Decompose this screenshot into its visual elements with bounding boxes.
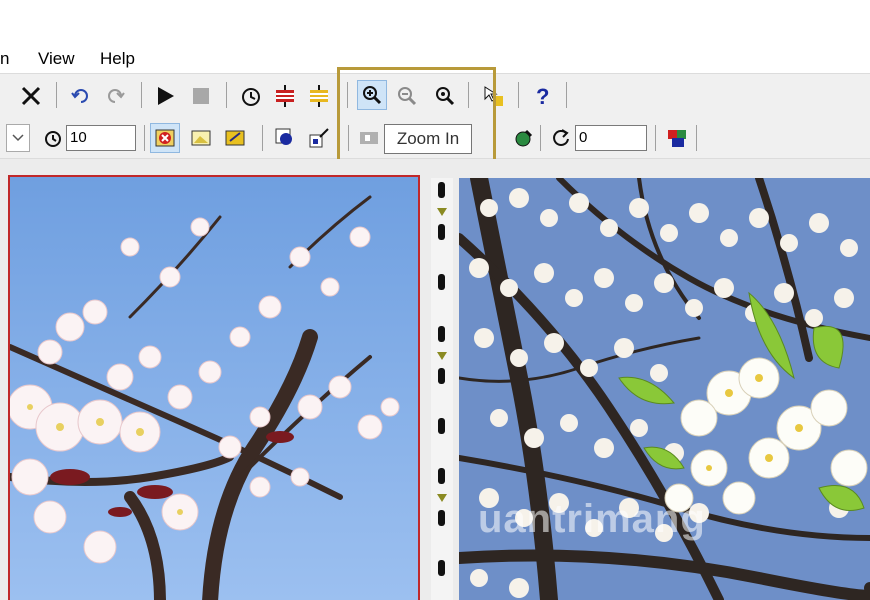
image-frame-icon[interactable] xyxy=(186,123,216,153)
undo-icon[interactable] xyxy=(66,81,96,111)
separator xyxy=(348,125,349,151)
dropdown-chevron-icon[interactable] xyxy=(6,124,30,152)
pointer-icon[interactable] xyxy=(478,81,508,111)
separator xyxy=(226,82,227,108)
left-photo[interactable] xyxy=(8,175,420,600)
menu-view[interactable]: View xyxy=(38,49,75,69)
layer-icon[interactable] xyxy=(270,123,300,153)
frame-marker xyxy=(437,208,447,216)
timer-icon xyxy=(40,123,66,153)
separator xyxy=(262,125,263,151)
delete-image-icon[interactable] xyxy=(150,123,180,153)
zoom-in-icon[interactable] xyxy=(357,80,387,110)
filmstrip-divider xyxy=(431,178,453,600)
separator xyxy=(56,82,57,108)
separator xyxy=(518,82,519,108)
color-balance-icon[interactable] xyxy=(662,123,692,153)
separator xyxy=(696,125,697,151)
separator xyxy=(566,82,567,108)
menu-item-partial[interactable]: n xyxy=(0,49,9,69)
menu-bar: n View Help xyxy=(0,44,870,72)
menu-help[interactable]: Help xyxy=(100,49,135,69)
separator xyxy=(655,125,656,151)
delay-input[interactable]: 10 xyxy=(66,125,136,151)
frame-marker xyxy=(437,352,447,360)
help-icon[interactable]: ? xyxy=(528,81,558,111)
separator xyxy=(347,82,348,108)
filmstrip-yellow-icon[interactable] xyxy=(304,81,334,111)
zoom-out-icon[interactable] xyxy=(392,81,422,111)
svg-text:?: ? xyxy=(536,84,549,108)
main-toolbar: ? xyxy=(0,73,870,119)
filmstrip-red-icon[interactable] xyxy=(270,81,300,111)
stop-icon[interactable] xyxy=(186,81,216,111)
separator xyxy=(144,125,145,151)
rotate-icon xyxy=(548,123,574,153)
brush-icon[interactable] xyxy=(304,123,334,153)
play-icon[interactable] xyxy=(150,81,180,111)
rotate-input[interactable]: 0 xyxy=(575,125,647,151)
zoom-fit-icon[interactable] xyxy=(430,81,460,111)
slideshow-icon[interactable] xyxy=(354,123,384,153)
close-icon[interactable] xyxy=(16,81,46,111)
separator xyxy=(141,82,142,108)
watermark: uantrimang xyxy=(478,497,706,541)
separator xyxy=(540,125,541,151)
timer-icon[interactable] xyxy=(236,81,266,111)
frame-marker xyxy=(437,494,447,502)
redo-icon[interactable] xyxy=(100,81,130,111)
image-edit-icon[interactable] xyxy=(220,123,250,153)
zoom-in-tooltip: Zoom In xyxy=(384,124,475,157)
separator xyxy=(468,82,469,108)
color-picker-icon[interactable] xyxy=(508,123,538,153)
